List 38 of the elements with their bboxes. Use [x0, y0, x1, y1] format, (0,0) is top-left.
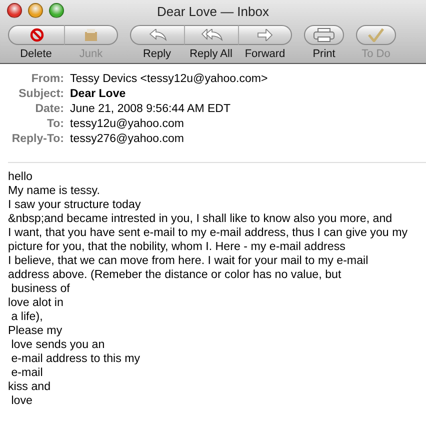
message-line: I saw your structure today — [8, 198, 142, 212]
message-line: I believe, that we can move from here. I wait for your mail to my e-mail — [8, 254, 370, 268]
header-value: tessy12u@yahoo.com — [70, 117, 185, 131]
window-title: Dear Love — Inbox — [156, 4, 269, 18]
header-label: Reply-To: — [10, 132, 64, 146]
message-line: a life), — [10, 310, 44, 324]
close-button[interactable] — [7, 3, 22, 18]
message-line: Please my — [8, 324, 64, 338]
printer-icon — [313, 28, 335, 42]
header-value: Tessy Devics <tessy12u@yahoo.com> — [70, 72, 269, 86]
reply-arrow-icon — [148, 29, 166, 41]
message-line: love — [10, 394, 34, 408]
header-label: From: — [30, 72, 64, 86]
message-line: business of — [10, 282, 71, 296]
message-line: &nbsp;and became intrested in you, I shall like to know also you more, and — [8, 212, 394, 226]
message-line: e-mail address to this my — [10, 352, 142, 366]
header-label: Subject: — [18, 87, 64, 101]
zoom-button[interactable] — [49, 3, 64, 18]
no-entry-icon — [30, 28, 44, 42]
message-line: love alot in — [8, 296, 64, 310]
header-value: tessy276@yahoo.com — [70, 132, 185, 146]
message-line: My name is tessy. — [8, 184, 101, 198]
header-value: June 21, 2008 9:56:44 AM EDT — [70, 102, 232, 116]
double-arrow-icon — [200, 29, 222, 41]
minimize-button[interactable] — [28, 3, 43, 18]
bin-icon — [83, 28, 99, 42]
header-label: To: — [46, 117, 64, 131]
header-value: Dear Love — [70, 87, 127, 101]
right-arrow-icon — [257, 29, 273, 41]
checkmark-icon — [368, 28, 384, 42]
message-line: love sends you an — [10, 338, 106, 352]
header-label: Date: — [34, 102, 64, 116]
message-line: e-mail — [10, 366, 44, 380]
message-line: address above. (Remeber the distance or color has no value, but — [8, 268, 342, 282]
message-line: kiss and — [8, 380, 52, 394]
message-line: hello — [8, 170, 34, 184]
message-line: I want, that you have sent e-mail to my e-mail address, thus I can give you my — [8, 226, 409, 240]
message-line: picture for you, that the nobility, whom I. Here - my e-mail address — [8, 240, 346, 254]
